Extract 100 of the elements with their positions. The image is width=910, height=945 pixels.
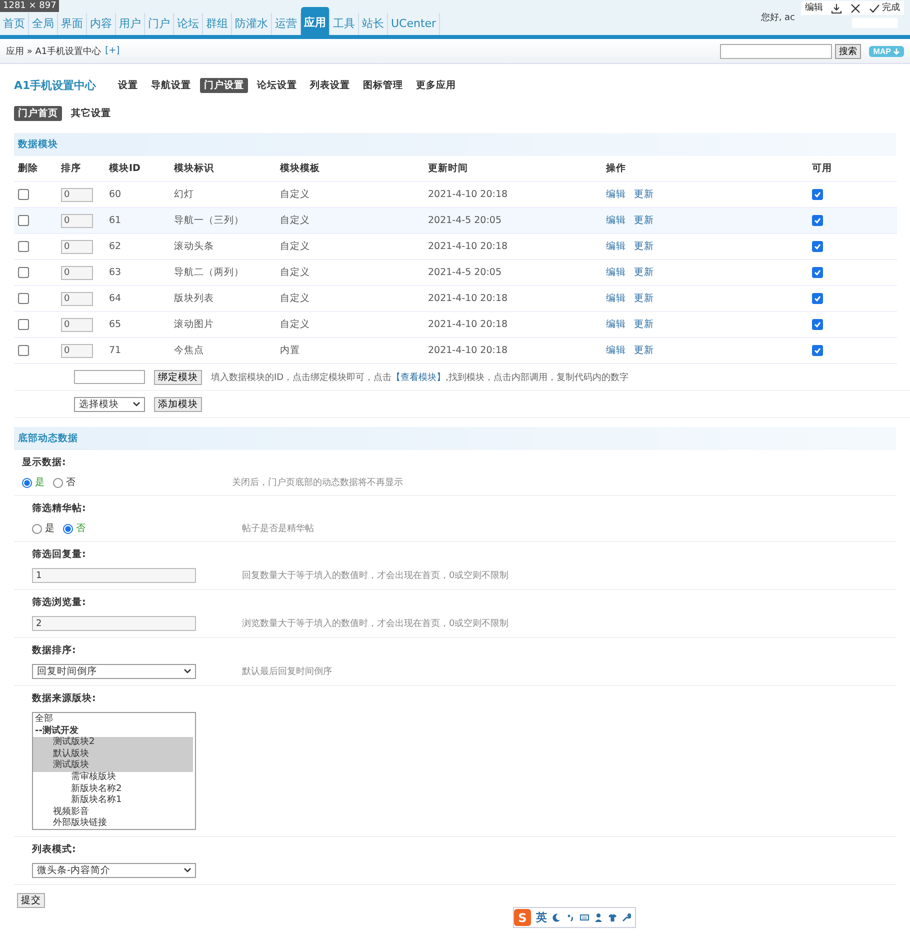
radio-button[interactable] xyxy=(53,478,63,488)
radio-label[interactable]: 是 xyxy=(35,476,45,489)
order-field[interactable]: 0 xyxy=(61,344,93,358)
delete-checkbox[interactable] xyxy=(18,266,29,278)
delete-checkbox[interactable] xyxy=(18,214,29,226)
enabled-checkbox[interactable] xyxy=(812,214,823,226)
nav-tab[interactable]: 工具 xyxy=(330,13,359,35)
radio-button[interactable] xyxy=(22,478,32,488)
nav-tab[interactable]: 首页 xyxy=(0,13,29,35)
action-link[interactable]: 更新 xyxy=(634,215,654,226)
nav-tab[interactable]: 应用 xyxy=(301,7,330,35)
add-link[interactable]: [+] xyxy=(105,46,120,56)
list-option[interactable]: 新版块名称2 xyxy=(33,784,193,796)
list-option[interactable]: 默认版块 xyxy=(33,748,193,760)
enabled-checkbox[interactable] xyxy=(812,266,823,278)
shirt-icon[interactable] xyxy=(608,913,617,922)
radio-label[interactable]: 否 xyxy=(66,476,76,489)
download-icon[interactable] xyxy=(831,2,842,14)
delete-checkbox[interactable] xyxy=(18,318,29,330)
bind-button[interactable]: 绑定模块 xyxy=(154,370,202,384)
select-field[interactable]: 回复时间倒序 xyxy=(32,664,196,679)
sub-tab[interactable]: 门户首页 xyxy=(14,106,62,121)
module-id-field[interactable] xyxy=(74,370,145,384)
action-link[interactable]: 更新 xyxy=(634,241,654,252)
settings-tab[interactable]: 论坛设置 xyxy=(253,78,302,93)
moon-icon[interactable] xyxy=(552,913,561,922)
nav-tab[interactable]: 论坛 xyxy=(174,13,203,35)
order-field[interactable]: 0 xyxy=(61,266,93,280)
radio-button[interactable] xyxy=(32,524,42,534)
nav-tab[interactable]: 防灌水 xyxy=(232,13,272,35)
settings-tab[interactable]: 设置 xyxy=(114,78,142,93)
nav-tab[interactable]: UCenter xyxy=(388,13,440,35)
order-field[interactable]: 0 xyxy=(61,240,93,254)
punctuation-icon[interactable] xyxy=(566,913,575,922)
settings-tab[interactable]: 门户设置 xyxy=(200,78,248,93)
person-icon[interactable] xyxy=(594,913,603,922)
action-link[interactable]: 更新 xyxy=(634,345,654,356)
view-modules-link[interactable]: 【查看模块】 xyxy=(392,372,446,382)
order-field[interactable]: 0 xyxy=(61,188,93,202)
search-button[interactable]: 搜索 xyxy=(835,44,862,58)
action-link[interactable]: 编辑 xyxy=(606,319,626,330)
action-link[interactable]: 更新 xyxy=(634,293,654,304)
nav-tab[interactable]: 全局 xyxy=(29,13,58,35)
language-toggle[interactable]: 英 xyxy=(536,910,547,925)
delete-checkbox[interactable] xyxy=(18,188,29,200)
nav-tab[interactable]: 界面 xyxy=(58,13,87,35)
list-option[interactable]: 视频影音 xyxy=(33,806,193,818)
multi-select-list[interactable]: 全部 --测试开发 测试版块2 默认版块 测试版块 需审核版块 新版块名称2 新版块名称1 视频影音 外部版块链接 xyxy=(32,712,196,830)
order-field[interactable]: 0 xyxy=(61,292,93,306)
list-option[interactable]: 新版块名称1 xyxy=(33,795,193,807)
list-option[interactable]: 外部版块链接 xyxy=(33,818,193,829)
radio-button[interactable] xyxy=(63,524,73,534)
delete-checkbox[interactable] xyxy=(18,344,29,356)
add-button[interactable]: 添加模块 xyxy=(154,396,202,412)
list-option[interactable]: 测试版块 xyxy=(33,760,193,772)
action-link[interactable]: 编辑 xyxy=(606,267,626,278)
search-field[interactable] xyxy=(720,44,832,58)
input-field[interactable]: 2 xyxy=(32,616,196,631)
action-link[interactable]: 编辑 xyxy=(606,293,626,304)
action-link[interactable]: 更新 xyxy=(634,267,654,278)
sub-tab[interactable]: 其它设置 xyxy=(67,106,115,121)
select-field[interactable]: 微头条-内容简介 xyxy=(32,863,196,878)
input-field[interactable]: 1 xyxy=(32,568,196,583)
delete-checkbox[interactable] xyxy=(18,240,29,252)
delete-checkbox[interactable] xyxy=(18,292,29,304)
action-link[interactable]: 更新 xyxy=(634,319,654,330)
settings-tab[interactable]: 图标管理 xyxy=(359,78,408,93)
module-select[interactable]: 选择模块 xyxy=(74,396,145,412)
close-icon[interactable] xyxy=(850,2,861,14)
enabled-checkbox[interactable] xyxy=(812,188,823,200)
enabled-checkbox[interactable] xyxy=(812,344,823,356)
nav-tab[interactable]: 门户 xyxy=(145,13,174,35)
list-option[interactable]: --测试开发 xyxy=(33,726,193,738)
list-option[interactable]: 全部 xyxy=(33,714,193,726)
nav-tab[interactable]: 站长 xyxy=(359,13,388,35)
list-option[interactable]: 需审核版块 xyxy=(33,772,193,784)
wrench-icon[interactable] xyxy=(622,913,631,922)
action-link[interactable]: 编辑 xyxy=(606,345,626,356)
action-link[interactable]: 编辑 xyxy=(606,189,626,200)
order-field[interactable]: 0 xyxy=(61,214,93,228)
nav-tab[interactable]: 内容 xyxy=(87,13,116,35)
settings-tab[interactable]: 更多应用 xyxy=(412,78,460,93)
edit-button[interactable]: 编辑 xyxy=(805,2,823,14)
action-link[interactable]: 更新 xyxy=(634,189,654,200)
nav-tab[interactable]: 群组 xyxy=(203,13,232,35)
nav-tab[interactable]: 用户 xyxy=(116,13,145,35)
list-option[interactable]: 测试版块2 xyxy=(33,737,193,749)
enabled-checkbox[interactable] xyxy=(812,240,823,252)
action-link[interactable]: 编辑 xyxy=(606,241,626,252)
submit-button[interactable]: 提交 xyxy=(17,893,45,908)
enabled-checkbox[interactable] xyxy=(812,292,823,304)
settings-tab[interactable]: 导航设置 xyxy=(147,78,196,93)
keyboard-icon[interactable] xyxy=(580,913,589,922)
action-link[interactable]: 编辑 xyxy=(606,215,626,226)
order-field[interactable]: 0 xyxy=(61,318,93,332)
radio-label[interactable]: 是 xyxy=(45,522,55,535)
done-button[interactable]: 完成 xyxy=(869,2,900,14)
enabled-checkbox[interactable] xyxy=(812,318,823,330)
radio-label[interactable]: 否 xyxy=(76,522,86,535)
settings-tab[interactable]: 列表设置 xyxy=(306,78,354,93)
